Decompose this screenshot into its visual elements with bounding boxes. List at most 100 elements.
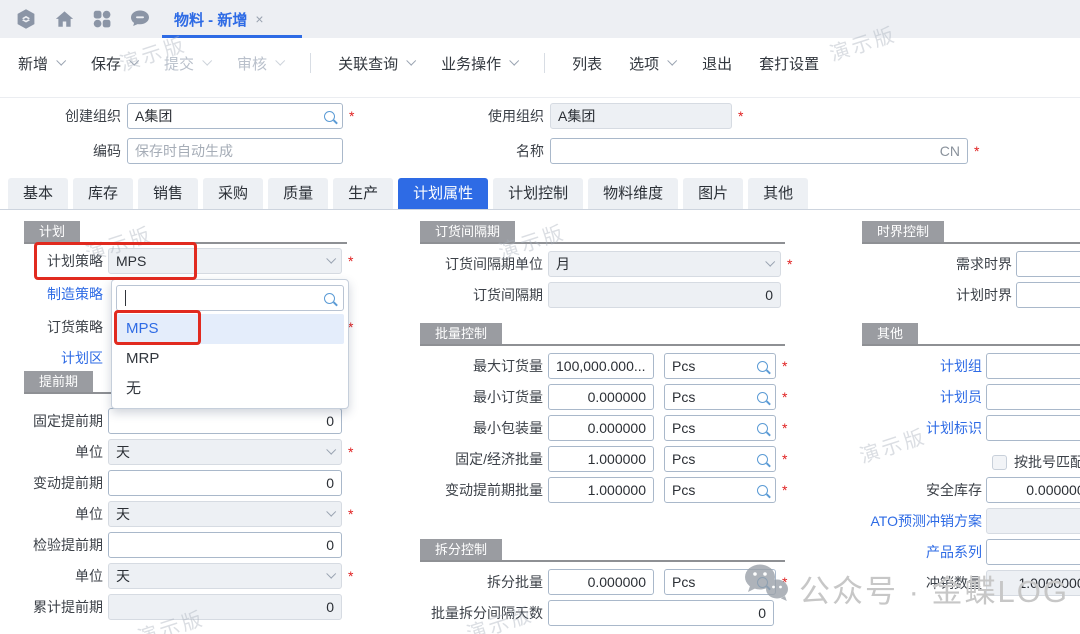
logo-icon[interactable] <box>14 7 38 31</box>
home-icon[interactable] <box>53 8 76 31</box>
dropdown-option-mrp[interactable]: MRP <box>116 344 344 374</box>
tab-plan-control[interactable]: 计划控制 <box>493 178 583 209</box>
menu-exit[interactable]: 退出 <box>702 53 732 74</box>
plan-fence-input[interactable] <box>1016 282 1080 308</box>
field-plan-area: 计划区 <box>0 345 108 371</box>
tab-picture[interactable]: 图片 <box>683 178 743 209</box>
variable-leadtime-batch-input[interactable]: 1.000000 <box>548 477 654 503</box>
menu-new[interactable]: 新增 <box>18 53 64 74</box>
min-order-qty-input[interactable]: 0.000000 <box>548 384 654 410</box>
mfg-strategy-label[interactable]: 制造策略 <box>0 284 108 304</box>
search-icon[interactable] <box>324 111 335 122</box>
max-order-qty-input[interactable]: 100,000.000... <box>548 353 654 379</box>
document-tab[interactable]: 物料 - 新增 × <box>162 0 276 38</box>
required-marker: * <box>782 482 790 498</box>
search-icon[interactable] <box>757 454 768 465</box>
section-time-fence: 时界控制 <box>862 221 1080 244</box>
required-marker: * <box>348 319 356 335</box>
tab-production[interactable]: 生产 <box>333 178 393 209</box>
field-fixed-economic-batch: 固定/经济批量 1.000000 Pcs * <box>400 446 790 472</box>
field-plan-strategy: 计划策略 MPS * <box>0 248 356 274</box>
required-marker: * <box>974 143 982 159</box>
close-icon[interactable]: × <box>255 11 263 27</box>
product-series-input[interactable] <box>986 539 1080 565</box>
create-org-label: 创建组织 <box>20 106 127 126</box>
menu-options[interactable]: 选项 <box>629 53 675 74</box>
inspect-leadtime-unit-combobox[interactable]: 天 <box>108 563 342 589</box>
plan-area-label[interactable]: 计划区 <box>0 348 108 368</box>
safety-stock-input[interactable]: 0.000000000 <box>986 477 1080 503</box>
name-input[interactable]: CN <box>550 138 968 164</box>
plan-strategy-combobox[interactable]: MPS <box>108 248 342 274</box>
fixed-economic-batch-input[interactable]: 1.000000 <box>548 446 654 472</box>
search-icon[interactable] <box>757 485 768 496</box>
search-icon[interactable] <box>757 361 768 372</box>
tab-inventory[interactable]: 库存 <box>73 178 133 209</box>
order-interval-input: 0 <box>548 282 781 308</box>
plan-group-label[interactable]: 计划组 <box>850 356 986 376</box>
tab-other[interactable]: 其他 <box>748 178 808 209</box>
plan-group-input[interactable] <box>986 353 1080 379</box>
product-series-label[interactable]: 产品系列 <box>850 542 986 562</box>
create-org-input[interactable]: A集团 <box>127 103 343 129</box>
batch-match-checkbox[interactable] <box>992 455 1007 470</box>
ato-offset-plan-label[interactable]: ATO预测冲销方案 <box>850 511 986 531</box>
plan-flag-label[interactable]: 计划标识 <box>850 418 986 438</box>
variable-leadtime-unit-combobox[interactable]: 天 <box>108 501 342 527</box>
apps-grid-icon[interactable] <box>91 8 113 30</box>
order-interval-unit-combobox[interactable]: 月 <box>548 251 781 277</box>
tab-basic[interactable]: 基本 <box>8 178 68 209</box>
section-others: 其他 <box>862 323 1080 346</box>
required-marker: * <box>348 253 356 269</box>
fixed-leadtime-unit-combobox[interactable]: 天 <box>108 439 342 465</box>
required-marker: * <box>348 568 356 584</box>
min-order-qty-unit-input[interactable]: Pcs <box>664 384 776 410</box>
search-icon[interactable] <box>324 293 335 304</box>
order-strategy-label: 订货策略 <box>0 317 108 337</box>
unit-label: 单位 <box>0 442 108 462</box>
planner-input[interactable] <box>986 384 1080 410</box>
chat-icon[interactable] <box>128 7 152 31</box>
dropdown-option-mps[interactable]: MPS <box>116 314 344 344</box>
unit-label: 单位 <box>0 566 108 586</box>
search-icon[interactable] <box>757 577 768 588</box>
min-pack-qty-unit-input[interactable]: Pcs <box>664 415 776 441</box>
tab-quality[interactable]: 质量 <box>268 178 328 209</box>
use-org-label: 使用组织 <box>455 106 550 126</box>
required-marker: * <box>782 451 790 467</box>
menu-save[interactable]: 保存 <box>91 53 137 74</box>
inspect-leadtime-label: 检验提前期 <box>0 535 108 555</box>
inspect-leadtime-input[interactable]: 0 <box>108 532 342 558</box>
tab-plan-attributes[interactable]: 计划属性 <box>398 178 488 209</box>
menu-print-settings[interactable]: 套打设置 <box>759 53 819 74</box>
mfg-strategy-dropdown: MPS MRP 无 <box>111 279 349 409</box>
split-batch-unit-input[interactable]: Pcs <box>664 569 776 595</box>
code-input[interactable]: 保存时自动生成 <box>127 138 343 164</box>
tab-purchase[interactable]: 采购 <box>203 178 263 209</box>
menu-list[interactable]: 列表 <box>572 53 602 74</box>
split-interval-days-input[interactable]: 0 <box>548 600 774 626</box>
tab-material-dimension[interactable]: 物料维度 <box>588 178 678 209</box>
max-order-qty-unit-input[interactable]: Pcs <box>664 353 776 379</box>
plan-flag-input[interactable] <box>986 415 1080 441</box>
search-icon[interactable] <box>757 423 768 434</box>
field-batch-match: 按批号匹配 <box>992 449 1080 475</box>
menu-business-ops[interactable]: 业务操作 <box>441 53 517 74</box>
planner-label[interactable]: 计划员 <box>850 387 986 407</box>
fixed-leadtime-input[interactable]: 0 <box>108 408 342 434</box>
variable-leadtime-batch-unit-input[interactable]: Pcs <box>664 477 776 503</box>
dropdown-option-none[interactable]: 无 <box>116 374 344 404</box>
divider <box>0 97 1080 98</box>
demand-fence-input[interactable] <box>1016 251 1080 277</box>
split-batch-label: 拆分批量 <box>400 572 548 592</box>
chevron-down-icon <box>326 253 336 263</box>
min-pack-qty-input[interactable]: 0.000000 <box>548 415 654 441</box>
split-batch-input[interactable]: 0.000000 <box>548 569 654 595</box>
field-cumulative-leadtime: 累计提前期 0 <box>0 594 342 620</box>
dropdown-search-input[interactable] <box>116 285 344 311</box>
fixed-economic-batch-unit-input[interactable]: Pcs <box>664 446 776 472</box>
variable-leadtime-input[interactable]: 0 <box>108 470 342 496</box>
menu-related-query[interactable]: 关联查询 <box>338 53 414 74</box>
search-icon[interactable] <box>757 392 768 403</box>
tab-sales[interactable]: 销售 <box>138 178 198 209</box>
